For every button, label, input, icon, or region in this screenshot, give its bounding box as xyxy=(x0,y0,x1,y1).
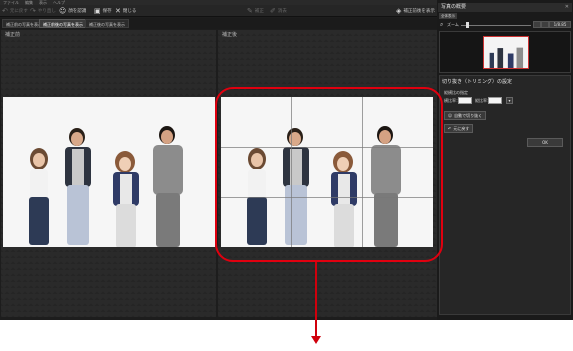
zoom-out-button[interactable] xyxy=(533,21,541,28)
zoom-value: 1/8.85 xyxy=(549,21,571,28)
crop-settings-dialog: 切り抜き（トリミング）の設定 縦横比の指定 横比率： 縦比率： ▾ ☺ 自動で切… xyxy=(439,75,571,315)
navigator-preview[interactable] xyxy=(439,31,571,73)
erase-tool-button[interactable]: ✐ 消去 xyxy=(270,6,287,16)
callout-highlight-frame xyxy=(215,87,443,262)
brush-icon: ✎ xyxy=(247,7,253,15)
aspect-ratio-heading: 縦横比の指定 xyxy=(444,90,468,95)
person-icon: ☺ xyxy=(59,7,67,15)
callout-arrow-line xyxy=(315,262,317,338)
height-ratio-input[interactable] xyxy=(488,97,502,104)
zoom-icon: ⌕ xyxy=(440,21,444,28)
ok-button[interactable]: OK xyxy=(527,138,563,147)
retouch-tool-button[interactable]: ✎ 補正 xyxy=(247,6,264,16)
close-icon[interactable]: ✕ xyxy=(565,3,569,12)
undo-button[interactable]: ↶ 元に戻す xyxy=(2,6,28,16)
close-icon: ✕ xyxy=(115,7,121,15)
save-button[interactable]: ▣ 保存 xyxy=(94,6,112,16)
redo-button[interactable]: ↷ やり直し xyxy=(30,6,56,16)
aspect-ratio-row: 横比率： 縦比率： ▾ xyxy=(444,97,568,105)
layers-icon: ◈ xyxy=(396,7,402,15)
before-panel: 補正前 xyxy=(1,30,216,317)
after-label: 補正後 xyxy=(222,32,238,38)
navigator-header: 写真の概要 ✕ xyxy=(438,3,572,12)
close-button[interactable]: ✕ 閉じる xyxy=(115,6,136,16)
eraser-icon: ✐ xyxy=(270,7,276,15)
tab-before-after[interactable]: 補正前後の写真を表示 xyxy=(39,19,87,28)
view-tabs: 補正前の写真を表示 補正前後の写真を表示 補正後の写真を表示 xyxy=(0,18,437,29)
compare-button[interactable]: ◈ 補正前後を表示 xyxy=(396,6,435,16)
dialog-title: 切り抜き（トリミング）の設定 xyxy=(442,79,513,85)
zoom-control: ⌕ ズーム 1/8.85 xyxy=(439,21,571,30)
ratio-preset-dropdown[interactable]: ▾ xyxy=(506,97,513,104)
navigator-thumbnail xyxy=(483,36,529,69)
zoom-slider[interactable] xyxy=(461,25,531,26)
tab-fit-view[interactable]: 全体表示 xyxy=(439,13,457,19)
zoom-slider-handle[interactable] xyxy=(466,22,469,28)
face-icon: ☺ xyxy=(448,113,453,118)
face-detect-button[interactable]: ☺ 顔を認識 xyxy=(59,6,86,16)
undo-icon: ↶ xyxy=(2,7,8,15)
group-photo-image xyxy=(29,126,183,247)
save-icon: ▣ xyxy=(94,7,101,15)
undo-icon: ↶ xyxy=(448,126,452,131)
width-ratio-input[interactable] xyxy=(458,97,472,104)
zoom-in-button[interactable] xyxy=(541,21,549,28)
undo-crop-button[interactable]: ↶ 元に戻す xyxy=(444,124,474,133)
tab-after[interactable]: 補正後の写真を表示 xyxy=(85,19,129,28)
toolbar: ↶ 元に戻す ↷ やり直し ☺ 顔を認識 ▣ 保存 ✕ 閉じる ✎ 補正 ✐ 消… xyxy=(0,5,437,17)
callout-arrow-head xyxy=(311,336,321,344)
auto-crop-button[interactable]: ☺ 自動で切り抜く xyxy=(444,111,487,120)
redo-icon: ↷ xyxy=(30,7,36,15)
before-photo xyxy=(3,97,215,247)
before-label: 補正前 xyxy=(5,32,21,38)
